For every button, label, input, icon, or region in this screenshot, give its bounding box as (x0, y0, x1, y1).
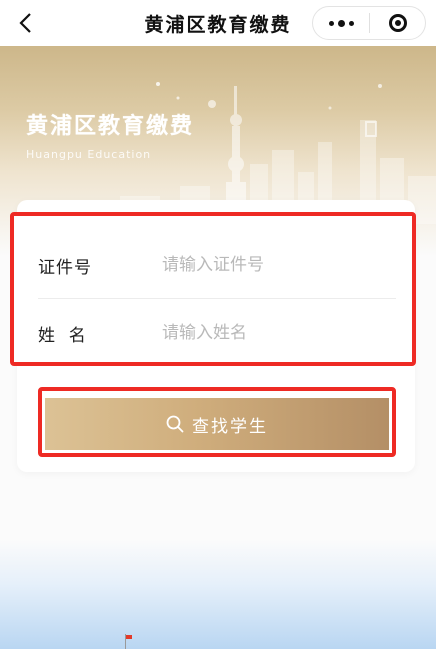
flag-icon (125, 634, 132, 649)
miniprogram-close-icon (388, 14, 407, 32)
search-icon (166, 415, 184, 433)
close-button[interactable] (370, 7, 425, 39)
form-divider (38, 298, 396, 299)
find-student-label: 查找学生 (192, 416, 268, 437)
mini-program-capsule (312, 6, 426, 40)
back-button[interactable] (10, 6, 40, 40)
more-dot-right (348, 20, 354, 26)
name-label: 姓 名 (38, 325, 87, 346)
nav-bar: 黄浦区教育缴费 (0, 0, 436, 46)
name-input[interactable] (160, 322, 396, 344)
chevron-left-icon (19, 13, 31, 33)
more-dot-center (337, 19, 345, 27)
banner-title: 黄浦区教育缴费 (26, 113, 195, 139)
find-student-button[interactable]: 查找学生 (45, 398, 389, 450)
name-row: 姓 名 (26, 302, 396, 364)
id-number-row: 证件号 (26, 234, 396, 296)
more-dots-icon (328, 20, 334, 26)
bottom-decoration (0, 540, 436, 649)
id-number-label: 证件号 (38, 257, 92, 278)
page-title: 黄浦区教育缴费 (144, 13, 292, 36)
more-button[interactable] (313, 7, 369, 39)
id-number-input[interactable] (160, 254, 396, 276)
banner-subtitle: Huangpu Education (26, 148, 152, 161)
